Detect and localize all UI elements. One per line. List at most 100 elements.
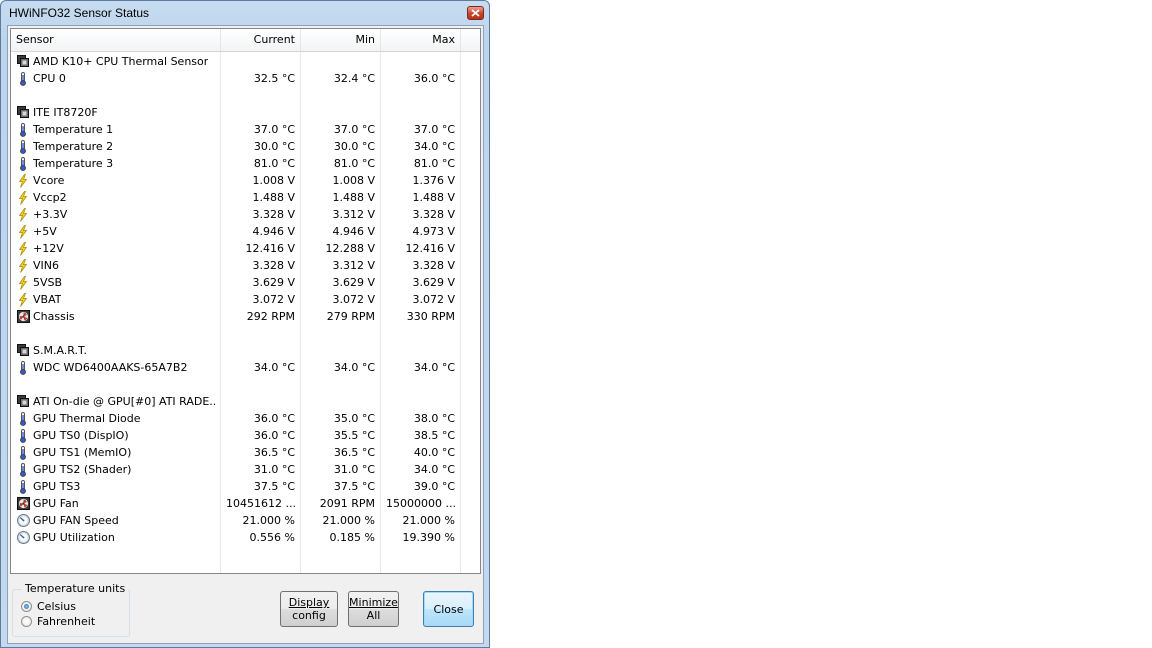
current-value: 37.0 °C	[221, 121, 301, 138]
min-value	[301, 87, 381, 104]
current-value: 36.0 °C	[221, 410, 301, 427]
sensor-cell: GPU Thermal Diode	[11, 410, 221, 427]
sensor-rows: AMD K10+ CPU Thermal Sensor CPU 0 32.5 °C 3…	[11, 53, 480, 546]
max-value	[381, 104, 461, 121]
sensor-cell: AMD K10+ CPU Thermal Sensor	[11, 53, 221, 70]
min-value	[301, 104, 381, 121]
sensor-row[interactable]: 5VSB 3.629 V 3.629 V 3.629 V	[11, 274, 480, 291]
sensor-cell: Vccp2	[11, 189, 221, 206]
sensor-row[interactable]: +5V 4.946 V 4.946 V 4.973 V	[11, 223, 480, 240]
chip-icon	[17, 394, 29, 409]
max-value: 12.416 V	[381, 240, 461, 257]
sensor-row[interactable]: VIN6 3.328 V 3.312 V 3.328 V	[11, 257, 480, 274]
current-value: 1.008 V	[221, 172, 301, 189]
sensor-cell: Temperature 2	[11, 138, 221, 155]
fahrenheit-radio-button[interactable]	[21, 616, 32, 627]
thermometer-icon	[17, 156, 29, 171]
celsius-radio-button[interactable]	[21, 601, 32, 612]
sensor-row[interactable]: GPU Utilization 0.556 % 0.185 % 19.390 %	[11, 529, 480, 546]
sensor-row[interactable]: +3.3V 3.328 V 3.312 V 3.328 V	[11, 206, 480, 223]
lightning-icon	[17, 292, 29, 307]
sensor-cell: WDC WD6400AAKS-65A7B2	[11, 359, 221, 376]
sensor-row[interactable]: Temperature 2 30.0 °C 30.0 °C 34.0 °C	[11, 138, 480, 155]
max-value: 19.390 %	[381, 529, 461, 546]
column-header-current[interactable]: Current	[221, 29, 301, 51]
max-value: 37.0 °C	[381, 121, 461, 138]
sensor-row[interactable]: Chassis 292 RPM 279 RPM 330 RPM	[11, 308, 480, 325]
fahrenheit-radio[interactable]: Fahrenheit	[21, 615, 95, 628]
min-value	[301, 376, 381, 393]
sensor-cell: +5V	[11, 223, 221, 240]
max-value: 1.376 V	[381, 172, 461, 189]
temperature-units-group: Temperature units Celsius Fahrenheit	[12, 582, 130, 637]
sensor-row[interactable]: WDC WD6400AAKS-65A7B2 34.0 °C 34.0 °C 34.0 …	[11, 359, 480, 376]
column-header-min[interactable]: Min	[301, 29, 381, 51]
sensor-label: GPU FAN Speed	[33, 514, 119, 527]
current-value: 21.000 %	[221, 512, 301, 529]
sensor-row[interactable]: AMD K10+ CPU Thermal Sensor	[11, 53, 480, 70]
current-value: 32.5 °C	[221, 70, 301, 87]
current-value	[221, 376, 301, 393]
column-header-max[interactable]: Max	[381, 29, 461, 51]
gauge-icon	[17, 513, 30, 528]
sensor-cell	[11, 376, 221, 393]
empty-row	[11, 376, 480, 393]
sensor-row[interactable]: GPU TS0 (DispIO) 36.0 °C 35.5 °C 38.5 °C	[11, 427, 480, 444]
min-value: 3.629 V	[301, 274, 381, 291]
sensor-row[interactable]: +12V 12.416 V 12.288 V 12.416 V	[11, 240, 480, 257]
min-value: 1.488 V	[301, 189, 381, 206]
max-value	[381, 87, 461, 104]
sensor-row[interactable]: Vccp2 1.488 V 1.488 V 1.488 V	[11, 189, 480, 206]
sensor-label: ATI On-die @ GPU[#0] ATI RADE...	[33, 395, 215, 408]
display-config-button[interactable]: Display config	[280, 591, 338, 627]
max-value: 3.328 V	[381, 206, 461, 223]
max-value	[381, 342, 461, 359]
sensor-row[interactable]: S.M.A.R.T.	[11, 342, 480, 359]
sensor-list[interactable]: Sensor Current Min Max AMD K10+ CPU Ther…	[10, 28, 481, 574]
max-value	[381, 325, 461, 342]
lightning-icon	[17, 258, 29, 273]
title-bar[interactable]: HWiNFO32 Sensor Status	[1, 1, 489, 25]
sensor-row[interactable]: GPU TS2 (Shader) 31.0 °C 31.0 °C 34.0 °C	[11, 461, 480, 478]
sensor-row[interactable]: Vcore 1.008 V 1.008 V 1.376 V	[11, 172, 480, 189]
sensor-row[interactable]: CPU 0 32.5 °C 32.4 °C 36.0 °C	[11, 70, 480, 87]
min-value: 12.288 V	[301, 240, 381, 257]
celsius-radio[interactable]: Celsius	[21, 600, 76, 613]
sensor-row[interactable]: Temperature 1 37.0 °C 37.0 °C 37.0 °C	[11, 121, 480, 138]
thermometer-icon	[17, 360, 29, 375]
row-filler	[461, 223, 480, 240]
current-value	[221, 325, 301, 342]
current-value	[221, 87, 301, 104]
sensor-row[interactable]: GPU TS1 (MemIO) 36.5 °C 36.5 °C 40.0 °C	[11, 444, 480, 461]
close-button[interactable]: Close	[423, 591, 474, 627]
sensor-row[interactable]: GPU TS3 37.5 °C 37.5 °C 39.0 °C	[11, 478, 480, 495]
min-value	[301, 393, 381, 410]
row-filler	[461, 461, 480, 478]
row-filler	[461, 410, 480, 427]
max-value: 4.973 V	[381, 223, 461, 240]
row-filler	[461, 512, 480, 529]
sensor-cell: ATI On-die @ GPU[#0] ATI RADE...	[11, 393, 221, 410]
display-config-line1: Display	[288, 596, 330, 609]
close-window-button[interactable]	[467, 6, 484, 20]
max-value	[381, 376, 461, 393]
current-value: 292 RPM	[221, 308, 301, 325]
minimize-all-button[interactable]: Minimize All	[348, 591, 399, 627]
lightning-icon	[17, 275, 29, 290]
sensor-row[interactable]: GPU FAN Speed 21.000 % 21.000 % 21.000 %	[11, 512, 480, 529]
sensor-label: GPU TS3	[33, 480, 81, 493]
min-value: 32.4 °C	[301, 70, 381, 87]
max-value: 330 RPM	[381, 308, 461, 325]
gauge-icon	[17, 530, 30, 545]
sensor-row[interactable]: GPU Thermal Diode 36.0 °C 35.0 °C 38.0 °C	[11, 410, 480, 427]
sensor-row[interactable]: ATI On-die @ GPU[#0] ATI RADE...	[11, 393, 480, 410]
thermometer-icon	[17, 139, 29, 154]
column-header-sensor[interactable]: Sensor	[11, 29, 221, 51]
sensor-label: +3.3V	[33, 208, 68, 221]
max-value: 34.0 °C	[381, 359, 461, 376]
sensor-row[interactable]: ITE IT8720F	[11, 104, 480, 121]
sensor-row[interactable]: Temperature 3 81.0 °C 81.0 °C 81.0 °C	[11, 155, 480, 172]
current-value	[221, 104, 301, 121]
sensor-row[interactable]: GPU Fan 10451612 ... 2091 RPM 15000000 ...	[11, 495, 480, 512]
sensor-row[interactable]: VBAT 3.072 V 3.072 V 3.072 V	[11, 291, 480, 308]
